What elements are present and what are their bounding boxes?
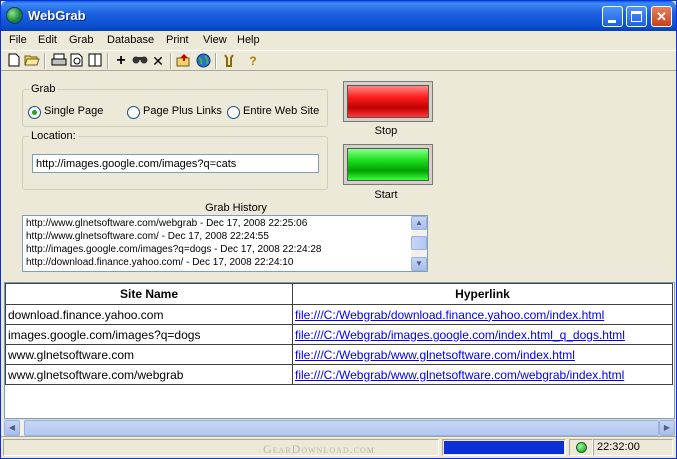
site-name-cell: download.finance.yahoo.com	[5, 304, 293, 325]
start-button[interactable]	[343, 144, 433, 185]
location-input[interactable]	[32, 154, 319, 173]
help-icon[interactable]: ?	[245, 53, 261, 69]
menu-help[interactable]: Help	[237, 34, 260, 46]
close-button[interactable]: ✕	[651, 6, 672, 27]
menu-file[interactable]: File	[9, 34, 27, 46]
add-icon[interactable]: +	[113, 53, 129, 69]
maximize-icon	[631, 11, 642, 22]
radio-page-plus-links[interactable]	[127, 106, 140, 119]
find-icon[interactable]	[132, 53, 148, 69]
history-entry[interactable]: http://www.glnetsoftware.com/ - Dec 17, …	[26, 231, 269, 242]
toolbar-separator	[170, 53, 172, 69]
sites-table-container: Site Name Hyperlink download.finance.yah…	[4, 282, 675, 419]
new-icon[interactable]	[6, 53, 22, 69]
minimize-icon	[608, 20, 616, 23]
scroll-up-icon[interactable]: ▲	[411, 216, 427, 230]
status-panel-progress	[442, 439, 566, 456]
table-row[interactable]: www.glnetsoftware.com file:///C:/Webgrab…	[5, 344, 673, 365]
hyperlink-cell[interactable]: file:///C:/Webgrab/www.glnetsoftware.com…	[292, 344, 673, 365]
scroll-left-icon[interactable]: ◀	[4, 420, 20, 436]
menu-print[interactable]: Print	[166, 34, 189, 46]
history-scrollbar[interactable]: ▲ ▼	[411, 216, 427, 271]
maximize-button[interactable]	[626, 6, 647, 27]
open-icon[interactable]	[24, 53, 40, 69]
minimize-button[interactable]	[602, 6, 623, 27]
toolbar: + ✕ ?	[1, 50, 676, 71]
site-name-cell: images.google.com/images?q=dogs	[5, 324, 293, 345]
stop-button[interactable]	[343, 81, 433, 122]
app-globe-icon	[6, 7, 23, 24]
hyperlink-cell[interactable]: file:///C:/Webgrab/download.finance.yaho…	[292, 304, 673, 325]
menu-edit[interactable]: Edit	[38, 34, 57, 46]
toolbar-separator	[107, 53, 109, 69]
scroll-down-icon[interactable]: ▼	[411, 257, 427, 271]
close-icon: ✕	[656, 9, 667, 24]
settings-icon[interactable]	[221, 53, 237, 69]
radio-entire-web-site[interactable]	[227, 106, 240, 119]
status-indicator-icon	[576, 442, 587, 453]
grab-history-list[interactable]: http://www.glnetsoftware.com/webgrab - D…	[22, 215, 428, 272]
toolbar-separator	[215, 53, 217, 69]
site-name-cell: www.glnetsoftware.com/webgrab	[5, 364, 293, 385]
hyperlink-cell[interactable]: file:///C:/Webgrab/images.google.com/ind…	[292, 324, 673, 345]
print-icon[interactable]	[51, 53, 67, 69]
column-header-site-name[interactable]: Site Name	[5, 283, 293, 305]
table-horizontal-scrollbar[interactable]: ◀ ▶	[4, 419, 675, 436]
location-group: Location:	[22, 130, 328, 190]
menu-view[interactable]: View	[203, 34, 227, 46]
stop-button-label: Stop	[374, 125, 398, 137]
start-button-label: Start	[374, 189, 398, 201]
webgrab-window: WebGrab ✕ File Edit Grab Database Print …	[0, 0, 677, 459]
table-row[interactable]: download.finance.yahoo.com file:///C:/We…	[5, 304, 673, 325]
radio-single-page-label[interactable]: Single Page	[44, 105, 103, 117]
grab-group: Grab Single Page Page Plus Links Entire …	[22, 83, 328, 127]
radio-single-page[interactable]	[28, 106, 41, 119]
table-scroll-thumb[interactable]	[24, 420, 659, 436]
grab-panel: Grab Single Page Page Plus Links Entire …	[1, 71, 676, 279]
menu-bar: File Edit Grab Database Print View Help	[1, 31, 676, 50]
radio-page-plus-links-label[interactable]: Page Plus Links	[143, 105, 222, 117]
location-group-label: Location:	[29, 130, 78, 142]
delete-icon[interactable]: ✕	[150, 53, 166, 69]
title-bar[interactable]: WebGrab ✕	[1, 1, 676, 31]
menu-grab[interactable]: Grab	[69, 34, 93, 46]
toolbar-separator	[44, 53, 46, 69]
radio-entire-web-site-label[interactable]: Entire Web Site	[243, 105, 319, 117]
history-entry[interactable]: http://download.finance.yahoo.com/ - Dec…	[26, 257, 293, 268]
grab-history-title: Grab History	[205, 202, 267, 214]
status-clock: 22:32:00	[597, 441, 640, 453]
table-row[interactable]: images.google.com/images?q=dogs file:///…	[5, 324, 673, 345]
print-preview-icon[interactable]	[69, 53, 85, 69]
grab-group-label: Grab	[29, 83, 58, 95]
window-title: WebGrab	[28, 8, 86, 23]
column-header-hyperlink[interactable]: Hyperlink	[292, 283, 673, 305]
progress-bar	[444, 441, 564, 454]
sites-table: Site Name Hyperlink download.finance.yah…	[5, 283, 673, 385]
site-name-cell: www.glnetsoftware.com	[5, 344, 293, 365]
table-row[interactable]: www.glnetsoftware.com/webgrab file:///C:…	[5, 364, 673, 385]
page-setup-icon[interactable]	[87, 53, 103, 69]
globe-icon[interactable]	[195, 53, 211, 69]
history-entry[interactable]: http://www.glnetsoftware.com/webgrab - D…	[26, 218, 307, 229]
history-entry[interactable]: http://images.google.com/images?q=dogs -…	[26, 244, 321, 255]
watermark: GearDownload.com	[263, 442, 375, 456]
scroll-right-icon[interactable]: ▶	[659, 420, 675, 436]
menu-database[interactable]: Database	[107, 34, 154, 46]
export-icon[interactable]	[176, 53, 192, 69]
history-scroll-thumb[interactable]	[411, 236, 427, 250]
hyperlink-cell[interactable]: file:///C:/Webgrab/www.glnetsoftware.com…	[292, 364, 673, 385]
